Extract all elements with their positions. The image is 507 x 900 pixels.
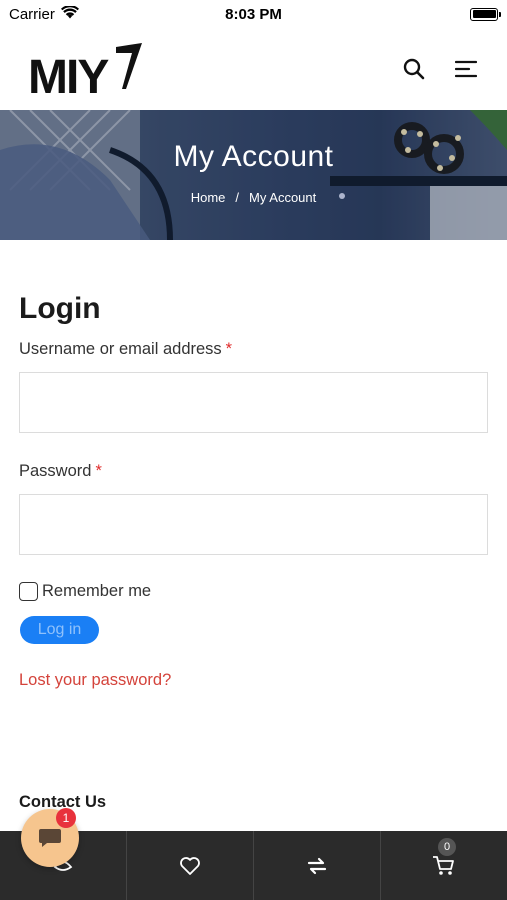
username-input[interactable] [19,372,488,433]
breadcrumb-current: My Account [249,190,317,205]
password-label-text: Password [19,462,92,480]
page-title: My Account [173,140,334,173]
tab-cart[interactable]: 0 [381,831,507,900]
status-bar: Carrier 8:03 PM [0,0,507,28]
remember-me-row[interactable]: Remember me [19,582,488,601]
logo-mark: MIY [28,43,142,99]
login-title: Login [19,292,101,325]
site-logo[interactable]: MIY [28,39,146,99]
cart-count-badge: 0 [438,838,456,856]
tab-compare[interactable] [254,831,381,900]
chat-notification-badge: 1 [56,808,76,828]
username-label: Username or email address * [19,340,488,359]
username-label-text: Username or email address [19,340,222,358]
heart-icon [180,856,200,875]
breadcrumb-separator: / [235,190,240,205]
password-input[interactable] [19,494,488,555]
menu-icon[interactable] [453,56,479,82]
password-label: Password * [19,462,488,481]
login-button[interactable]: Log in [20,616,99,644]
svg-text:MIY: MIY [28,51,109,99]
required-mark: * [225,340,233,358]
status-left: Carrier [9,4,79,23]
header-icons [401,56,479,82]
banner-overlay [0,110,507,240]
tab-wishlist[interactable] [127,831,254,900]
login-section: Login Username or email address * Passwor… [0,240,507,690]
site-header: MIY [0,28,507,110]
required-mark: * [95,462,102,480]
wifi-icon [60,4,79,23]
page-banner: My Account Home / My Account [0,110,507,240]
breadcrumb: Home / My Account [0,190,507,205]
lost-password-link[interactable]: Lost your password? [19,671,488,690]
compare-icon [307,857,327,874]
search-icon[interactable] [401,56,427,82]
carrier-label: Carrier [9,5,55,23]
remember-me-label[interactable]: Remember me [42,582,151,601]
cart-icon [433,855,454,875]
breadcrumb-home-link[interactable]: Home [191,190,226,205]
battery-icon [470,7,501,21]
remember-me-checkbox[interactable] [19,582,38,601]
chat-icon [39,829,61,847]
